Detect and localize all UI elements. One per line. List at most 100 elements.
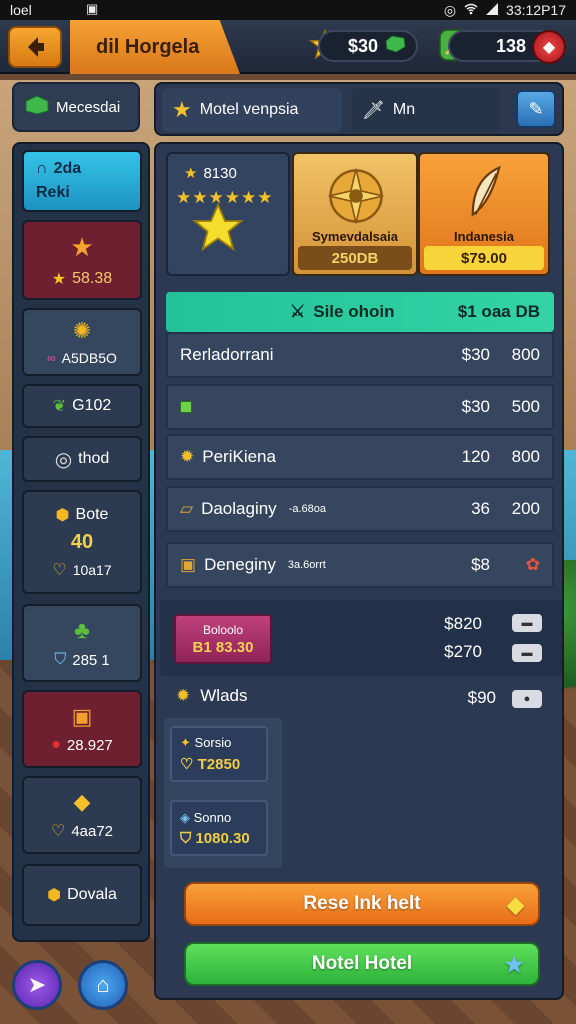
sidebar-item-value: 28.927: [66, 736, 113, 754]
wifi-icon: [464, 2, 478, 18]
house-icon: ⌂: [96, 972, 110, 997]
star-promo-card[interactable]: ★ 8130 ★★★★★★: [166, 152, 290, 276]
promo-toggle-1[interactable]: ▬: [512, 614, 542, 632]
status-carrier: loel: [10, 2, 32, 18]
row-label: Deneginy: [204, 555, 276, 574]
tab-motel[interactable]: ★ Motel venpsia: [162, 88, 342, 132]
wlads-card-2[interactable]: ◈ Sonno ⛉ 1080.30: [170, 800, 268, 856]
gold-bar-icon: ◆: [73, 789, 91, 814]
main-header: ★ Motel venpsia 🗡 Mn ✎: [154, 82, 564, 136]
shop-row[interactable]: ✹ PeriKiena 120 800: [166, 434, 554, 480]
horseshoe-icon: ∩: [36, 160, 48, 177]
tab-label: Mn: [392, 101, 416, 118]
scroll-icon: ▱: [180, 499, 194, 518]
compass-button[interactable]: ➤: [12, 960, 62, 1010]
sidebar-header-label: Mecesdai: [56, 98, 121, 116]
gold-promo-card[interactable]: Symevdalsaia 250DB: [292, 152, 418, 276]
sidebar-item-ring[interactable]: ◎ thod: [22, 436, 142, 482]
shield-icon: ⛉: [54, 651, 67, 668]
wlads-card-title: Sorsio: [194, 735, 232, 750]
gold-card-price: 250DB: [298, 246, 412, 270]
row-label: Daolaginy: [201, 499, 277, 518]
promo-price-1: $820: [444, 614, 482, 633]
back-button[interactable]: [8, 26, 62, 68]
star-currency-counter[interactable]: $30: [318, 30, 418, 62]
sale-bar-label: Sile ohoin: [313, 302, 395, 321]
shop-row[interactable]: $30 500: [166, 384, 554, 430]
sidebar-item-potion[interactable]: ▣ ● 28.927: [22, 690, 142, 768]
sidebar-header[interactable]: Mecesdai: [12, 82, 140, 132]
blue-star-icon: ★: [504, 952, 524, 977]
top-bar: dil Horgela $30 138 ◆: [0, 20, 576, 74]
row-label: PeriKiena: [202, 447, 276, 466]
sun-icon: ✹: [176, 686, 191, 705]
sidebar-item-label: Dovala: [67, 886, 117, 903]
promo-chip-title: Boloolo: [202, 622, 244, 637]
gem-box-icon: ⬢: [47, 887, 62, 904]
promo-block: Boloolo B1 83.30 $820 $270 ▬ ▬: [160, 600, 562, 676]
wlads-card-1[interactable]: ✦ Sorsio ♡ T2850: [170, 726, 268, 782]
shop-row[interactable]: Rerladorrani $30 800: [166, 332, 554, 378]
back-arrow-icon: [28, 37, 44, 57]
row-amount: 200: [511, 499, 540, 518]
promo-chip[interactable]: Boloolo B1 83.30: [174, 614, 272, 664]
row-price: $8: [471, 555, 490, 574]
home-button[interactable]: ⌂: [78, 960, 128, 1010]
sidebar-item-sun[interactable]: ✺ ∞ A5DB5O: [22, 308, 142, 376]
sidebar-item-clover[interactable]: ♣ ⛉ 285 1: [22, 604, 142, 682]
tab-label: Motel venpsia: [199, 101, 299, 118]
star-card-title: 8130: [203, 164, 237, 182]
yellow-diamond-icon: ◆: [507, 892, 524, 917]
page-title: dil Horgela: [70, 20, 240, 74]
sidebar-item-dovala[interactable]: ⬢ Dovala: [22, 864, 142, 926]
sidebar-item-star[interactable]: ★ ★ 58.38: [22, 220, 142, 300]
row-sublabel: -a.68oa: [288, 503, 326, 515]
orange-button-label: Rese Ink helt: [303, 893, 421, 914]
status-notification-icon: ▣: [86, 1, 99, 16]
orange-card-label: Indanesia: [454, 229, 514, 244]
orange-card-price: $79.00: [424, 246, 544, 270]
big-star-icon: [192, 202, 244, 252]
shop-row[interactable]: ▣ Deneginy 3a.6orrt $8 ✿: [166, 542, 554, 588]
flower-icon: ✿: [525, 555, 540, 574]
tab-mn[interactable]: 🗡 Mn: [352, 88, 500, 132]
orange-promo-card[interactable]: Indanesia $79.00: [418, 152, 550, 276]
sidebar-item-bote[interactable]: ⬢ Bote 40 ♡ 10a17: [22, 490, 142, 594]
feather-icon: [471, 165, 501, 217]
row-price: 120: [461, 447, 490, 466]
sale-bar[interactable]: ⚔ Sile ohoin $1 oaa DB: [166, 292, 554, 332]
sidebar-item-leaf[interactable]: ❦ G102: [22, 384, 142, 428]
sun-emblem-icon: [328, 168, 384, 224]
crate-icon: ▣: [180, 555, 197, 574]
add-currency-button[interactable]: ◆: [532, 30, 566, 64]
row-price: $30: [461, 345, 490, 364]
sidebar-item-value: 4aa72: [71, 822, 114, 840]
star-icon: ★: [172, 97, 192, 122]
edit-button[interactable]: ✎: [516, 90, 556, 128]
sparkle-icon: ✦: [180, 735, 191, 750]
sidebar-item-count: 40: [70, 530, 94, 553]
signal-icon: [486, 2, 499, 18]
sidebar-item-active[interactable]: ∩ 2da Reki: [22, 150, 142, 212]
small-star-icon: ★: [51, 270, 67, 288]
sidebar-item-gold[interactable]: ◆ ♡ 4aa72: [22, 776, 142, 854]
green-cube-icon: [180, 401, 192, 413]
row-label: Rerladorrani: [180, 345, 274, 364]
sun-icon: ✹: [180, 447, 195, 466]
red-gem-icon: ◆: [542, 39, 556, 56]
sale-bar-value: $1 oaa DB: [457, 302, 540, 321]
sidebar-item-label: 2da: [53, 160, 82, 177]
wlads-toggle[interactable]: ●: [512, 690, 542, 708]
shop-row[interactable]: ▱ Daolaginy -a.68oa 36 200: [166, 486, 554, 532]
compass-icon: ➤: [27, 972, 47, 997]
status-time: 33:12P17: [506, 2, 566, 18]
promo-toggle-2[interactable]: ▬: [512, 644, 542, 662]
orange-action-button[interactable]: Rese Ink helt ◆: [184, 882, 540, 926]
green-action-button[interactable]: Notel Hotel ★: [184, 942, 540, 986]
gem-box-icon: ⬢: [55, 506, 70, 524]
alarm-icon: ◎: [443, 1, 457, 18]
star-icon: ★: [70, 231, 94, 262]
wlads-price: $90: [467, 688, 496, 707]
wlads-card-title: Sonno: [193, 809, 232, 825]
sidebar-item-label: thod: [78, 450, 110, 467]
